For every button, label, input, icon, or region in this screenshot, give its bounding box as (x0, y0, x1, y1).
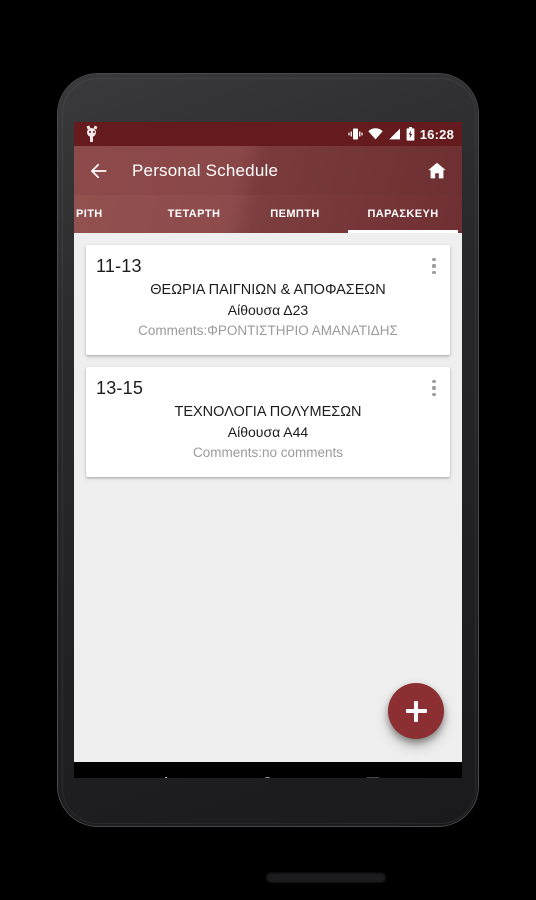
card-time-range: 13-15 (96, 377, 144, 398)
schedule-list: 11-13 ΘΕΩΡΙΑ ΠΑΙΓΝΙΩΝ & ΑΠΟΦΑΣΕΩΝ Αίθουσ… (74, 233, 462, 762)
tab-label: ΠΕΜΠΤΗ (270, 208, 320, 220)
tab-paraskevi[interactable]: ΠΑΡΑΣΚΕΥΗ (344, 195, 462, 233)
card-course-name: ΤΕΧΝΟΛΟΓΙΑ ΠΟΛΥΜΕΣΩΝ (174, 403, 362, 420)
card-details: ΘΕΩΡΙΑ ΠΑΙΓΝΙΩΝ & ΑΠΟΦΑΣΕΩΝ Αίθουσα Δ23 … (96, 281, 440, 341)
back-arrow-icon[interactable] (88, 160, 110, 182)
home-icon[interactable] (426, 160, 448, 182)
nav-home-button[interactable] (253, 769, 283, 778)
add-button[interactable] (388, 683, 444, 739)
card-time-range: 11-13 (96, 256, 142, 276)
status-bar-system-icons: 16:28 (348, 127, 454, 142)
schedule-card[interactable]: 13-15 ΤΕΧΝΟΛΟΓΙΑ ΠΟΛΥΜΕΣΩΝ Αίθουσα Α44 C… (86, 366, 450, 477)
tab-tetarti[interactable]: ΤΕΤΑΡΤΗ (142, 195, 246, 233)
status-bar: 16:28 (74, 122, 462, 146)
page-title: Personal Schedule (132, 160, 279, 180)
tab-label: ΤΕΤΑΡΤΗ (167, 208, 221, 220)
android-navigation-bar (74, 762, 462, 778)
vibrate-icon (348, 128, 363, 140)
signal-icon (388, 128, 400, 140)
tab-label: ΠΑΡΑΣΚΕΥΗ (367, 208, 439, 220)
nav-recents-icon (367, 777, 380, 778)
schedule-card[interactable]: 11-13 ΘΕΩΡΙΑ ΠΑΙΓΝΙΩΝ & ΑΠΟΦΑΣΕΩΝ Αίθουσ… (86, 245, 450, 355)
wifi-icon (368, 128, 383, 140)
overflow-menu-icon[interactable] (427, 255, 441, 277)
nav-back-icon (164, 776, 168, 778)
card-comments: Comments:no comments (192, 444, 344, 460)
phone-screen: 16:28 Personal Schedule ΡΙΤΗ ΤΕΤΑΡΤΗ ΠΕΜ… (74, 122, 462, 778)
card-details: ΤΕΧΝΟΛΟΓΙΑ ΠΟΛΥΜΕΣΩΝ Αίθουσα Α44 Comment… (96, 403, 440, 463)
status-bar-notifications (82, 125, 348, 142)
nav-recents-button[interactable] (358, 769, 388, 778)
tab-label: ΡΙΤΗ (76, 208, 103, 220)
app-notification-icon (85, 125, 98, 142)
plus-icon-vertical (414, 700, 418, 722)
tab-triti[interactable]: ΡΙΤΗ (74, 195, 142, 233)
overflow-menu-icon[interactable] (427, 377, 441, 399)
bottom-speaker-grille (266, 872, 386, 882)
status-bar-clock: 16:28 (419, 126, 454, 142)
battery-charging-icon (406, 127, 415, 141)
card-room: Αίθουσα Δ23 (227, 302, 309, 319)
card-comments: Comments:ΦΡΟΝΤΙΣΤΗΡΙΟ ΑΜΑΝΑΤΙΔΗΣ (138, 323, 398, 339)
app-bar: Personal Schedule (74, 146, 462, 195)
nav-home-icon (264, 776, 272, 778)
nav-back-button[interactable] (148, 769, 178, 778)
day-tab-bar[interactable]: ΡΙΤΗ ΤΕΤΑΡΤΗ ΠΕΜΠΤΗ ΠΑΡΑΣΚΕΥΗ (74, 195, 462, 233)
card-course-name: ΘΕΩΡΙΑ ΠΑΙΓΝΙΩΝ & ΑΠΟΦΑΣΕΩΝ (150, 281, 386, 298)
tab-pempti[interactable]: ΠΕΜΠΤΗ (246, 195, 344, 233)
card-room: Αίθουσα Α44 (227, 424, 309, 441)
